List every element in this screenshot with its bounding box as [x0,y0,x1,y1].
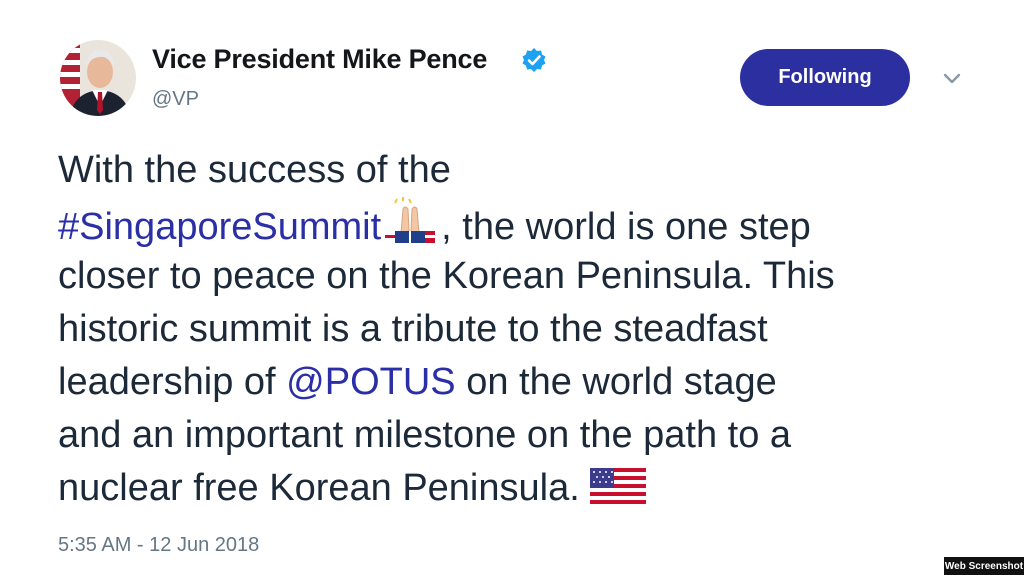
tweet-line-pre: leadership of [58,361,287,403]
following-button[interactable]: Following [740,49,910,106]
tweet-line-last: nuclear free Korean Peninsula. [58,467,591,509]
tweet-line: closer to peace on the Korean Peninsula.… [58,255,835,297]
avatar[interactable] [60,40,136,116]
author-handle[interactable]: @VP [152,88,199,111]
tweet-line: historic summit is a tribute to the stea… [58,308,768,350]
tweet-line: #SingaporeSummit , the world is one step [58,197,988,250]
hashtag-link[interactable]: #SingaporeSummit [58,206,381,248]
chevron-down-icon[interactable] [940,68,964,88]
mention-link[interactable]: @POTUS [286,361,455,403]
tweet-line: With the success of the [58,149,451,191]
author-display-name[interactable]: Vice President Mike Pence [152,44,487,75]
tweet-line: and an important milestone on the path t… [58,414,792,456]
tweet-text: With the success of the #SingaporeSummit… [58,144,988,515]
us-flag-emoji [590,468,647,523]
tweet-timestamp[interactable]: 5:35 AM - 12 Jun 2018 [58,534,259,557]
tweet-line: nuclear free Korean Peninsula. [58,462,988,515]
watermark-label: Web Screenshot [944,557,1024,575]
tweet-line: leadership of @POTUS on the world stage [58,356,988,409]
verified-badge-icon [521,47,547,73]
tweet-line-post: on the world stage [455,361,777,403]
tweet-line-rest: , the world is one step [441,206,811,248]
